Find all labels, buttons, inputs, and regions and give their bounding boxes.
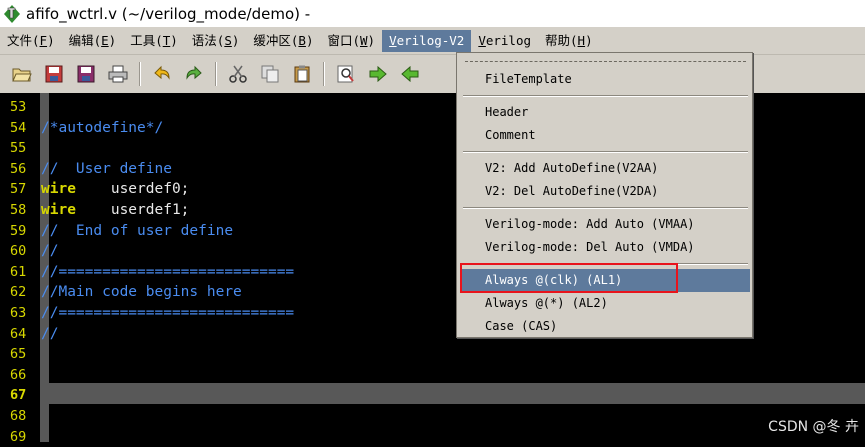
cut-icon[interactable] bbox=[227, 63, 249, 85]
paste-icon[interactable] bbox=[291, 63, 313, 85]
menu-item-v2-add-autodefine-v2aa[interactable]: V2: Add AutoDefine(V2AA) bbox=[461, 157, 750, 180]
window-title: afifo_wctrl.v (~/verilog_mode/demo) - bbox=[26, 4, 311, 23]
line-number: 57 bbox=[10, 181, 27, 198]
verilog-v2-dropdown-menu: FileTemplate Header Comment V2: Add AutoDef… bbox=[456, 52, 753, 338]
keyword: wire bbox=[41, 202, 76, 218]
code-line[interactable]: 65 bbox=[0, 344, 865, 365]
menu-item-verilog-mode-add-auto-vmaa[interactable]: Verilog-mode: Add Auto (VMAA) bbox=[461, 213, 750, 236]
open-folder-icon[interactable] bbox=[11, 63, 33, 85]
line-number: 64 bbox=[10, 325, 27, 342]
menu-verilog-v2-6[interactable]: Verilog-V2 bbox=[382, 29, 472, 52]
line-number: 67 bbox=[10, 387, 27, 404]
watermark: CSDN @冬 卉 bbox=[768, 419, 859, 435]
code-line[interactable]: 68 bbox=[0, 406, 865, 427]
code-text: wire userdef0; bbox=[41, 179, 189, 200]
code-text: /*autodefine*/ bbox=[41, 119, 164, 136]
code-text: // bbox=[41, 325, 59, 342]
menu-item-always-al2[interactable]: Always @(*) (AL2) bbox=[461, 292, 750, 315]
code-text: //Main code begins here bbox=[41, 284, 242, 301]
line-number: 56 bbox=[10, 160, 27, 177]
code-text: // bbox=[41, 243, 59, 260]
menu-s-3[interactable]: 语法(S) bbox=[185, 30, 247, 52]
code-text: //=========================== bbox=[41, 263, 295, 280]
menu-item-comment[interactable]: Comment bbox=[461, 124, 750, 147]
code-text: wire userdef1; bbox=[41, 200, 189, 221]
menu-item-header[interactable]: Header bbox=[461, 101, 750, 124]
code-text: //=========================== bbox=[41, 305, 295, 321]
menu-item-verilog-mode-del-auto-vmda[interactable]: Verilog-mode: Del Auto (VMDA) bbox=[461, 236, 750, 259]
line-number: 62 bbox=[10, 284, 27, 301]
line-number: 55 bbox=[10, 140, 27, 157]
print-icon[interactable] bbox=[107, 63, 129, 85]
line-number: 69 bbox=[10, 428, 27, 445]
annotation-highlight-box bbox=[460, 263, 678, 293]
back-icon[interactable] bbox=[399, 63, 421, 85]
menu-h-8[interactable]: 帮助(H) bbox=[538, 30, 600, 52]
menu-e-1[interactable]: 编辑(E) bbox=[62, 30, 124, 52]
undo-icon[interactable] bbox=[151, 63, 173, 85]
code-line[interactable]: 66 bbox=[0, 365, 865, 386]
redo-icon[interactable] bbox=[183, 63, 205, 85]
toolbar-separator bbox=[215, 62, 217, 86]
menu-f-0[interactable]: 文件(F) bbox=[0, 30, 62, 52]
identifier: userdef0; bbox=[75, 181, 190, 198]
line-number: 59 bbox=[10, 222, 27, 239]
copy-icon[interactable] bbox=[259, 63, 281, 85]
tearoff-line[interactable] bbox=[465, 61, 746, 62]
identifier: userdef1; bbox=[75, 202, 190, 218]
code-text: // User define bbox=[41, 160, 172, 177]
menu-item-v2-del-autodefine-v2da[interactable]: V2: Del AutoDefine(V2DA) bbox=[461, 180, 750, 203]
gvim-icon bbox=[4, 4, 20, 23]
menu-item-case-cas[interactable]: Case (CAS) bbox=[461, 315, 750, 338]
save-all-icon[interactable] bbox=[75, 63, 97, 85]
menu-bar: 文件(F) 编辑(E) 工具(T) 语法(S) 缓冲区(B) 窗口(W) Verilog-V… bbox=[0, 27, 865, 55]
line-number: 61 bbox=[10, 263, 27, 280]
line-number: 54 bbox=[10, 119, 27, 136]
save-icon[interactable] bbox=[43, 63, 65, 85]
code-text: // End of user define bbox=[41, 222, 234, 239]
toolbar-separator bbox=[139, 62, 141, 86]
line-number: 65 bbox=[10, 346, 27, 363]
line-number: 68 bbox=[10, 408, 27, 424]
menu-b-4[interactable]: 缓冲区(B) bbox=[246, 30, 320, 52]
menu-separator bbox=[463, 207, 748, 209]
menu-item-filetemplate[interactable]: FileTemplate bbox=[461, 68, 750, 91]
code-line[interactable]: 67 bbox=[0, 385, 865, 406]
line-number: 58 bbox=[10, 202, 27, 218]
title-bar: afifo_wctrl.v (~/verilog_mode/demo) - bbox=[0, 0, 865, 27]
find-replace-icon[interactable] bbox=[335, 63, 357, 85]
menu-t-2[interactable]: 工具(T) bbox=[123, 30, 185, 52]
keyword: wire bbox=[41, 181, 76, 198]
menu-separator bbox=[463, 95, 748, 97]
line-number: 60 bbox=[10, 243, 27, 260]
toolbar-separator bbox=[323, 62, 325, 86]
forward-icon[interactable] bbox=[367, 63, 389, 85]
menu-w-5[interactable]: 窗口(W) bbox=[320, 30, 382, 52]
code-line[interactable]: 69 bbox=[0, 427, 865, 447]
menu-verilog-7[interactable]: Verilog bbox=[471, 30, 538, 52]
line-number: 63 bbox=[10, 305, 27, 321]
line-number: 66 bbox=[10, 366, 27, 383]
line-number: 53 bbox=[10, 99, 27, 115]
menu-separator bbox=[463, 151, 748, 153]
